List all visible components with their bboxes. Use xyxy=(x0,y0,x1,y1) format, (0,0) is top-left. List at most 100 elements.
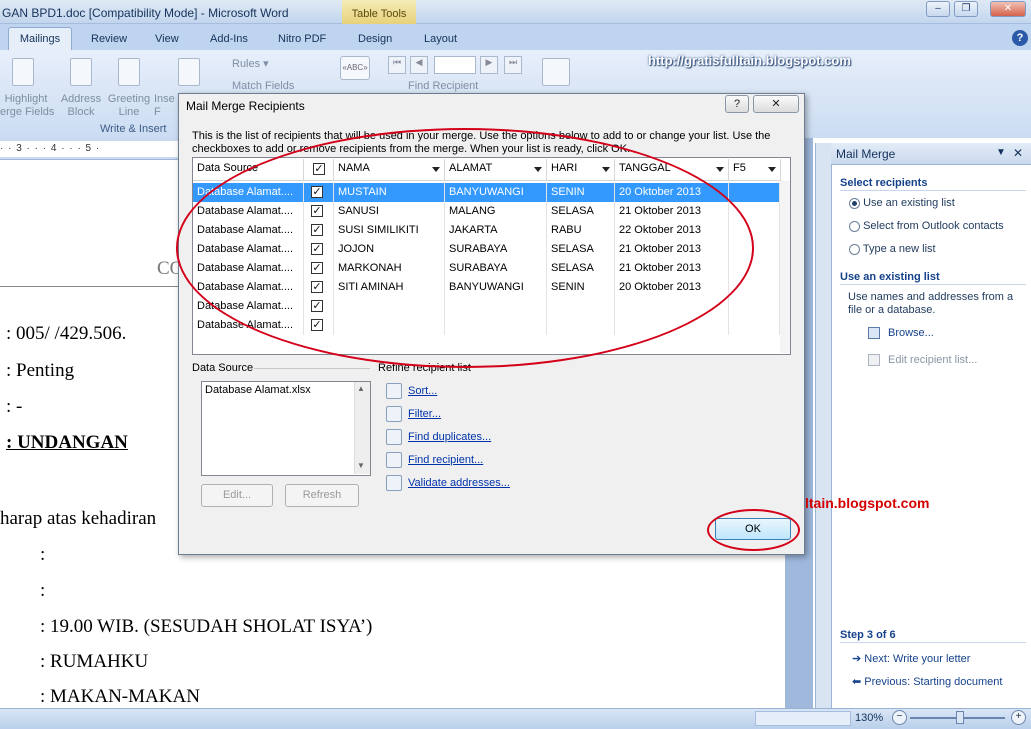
option-existing-list[interactable]: Use an existing list xyxy=(849,197,955,209)
dropdown-arrow-icon[interactable] xyxy=(716,167,724,172)
tab-design[interactable]: Design xyxy=(358,33,392,45)
data-source-label: Data Source xyxy=(192,362,254,374)
tab-nitro-pdf[interactable]: Nitro PDF xyxy=(278,33,326,45)
find-recipient-link[interactable]: Find recipient... xyxy=(408,454,483,466)
radio-outlook-contacts[interactable] xyxy=(849,220,860,232)
step-indicator: Step 3 of 6 xyxy=(840,629,896,641)
taskpane-title: Mail Merge xyxy=(836,147,896,161)
zoom-slider-thumb[interactable] xyxy=(956,711,964,724)
scroll-up-icon[interactable]: ▲ xyxy=(357,384,365,393)
taskpane-divider xyxy=(840,284,1026,285)
zoom-out-icon[interactable]: − xyxy=(892,710,907,725)
insert-field-icon xyxy=(178,58,200,86)
help-icon[interactable]: ? xyxy=(1012,30,1028,46)
previous-record-icon[interactable]: ◀ xyxy=(410,56,428,74)
taskpane-scrollbar[interactable] xyxy=(815,143,831,708)
finish-merge-icon[interactable] xyxy=(542,58,570,86)
table-tools-context-label: Table Tools xyxy=(342,0,416,24)
tab-review[interactable]: Review xyxy=(91,33,127,45)
doc-line-perihal: : UNDANGAN xyxy=(6,432,128,453)
option-new-list[interactable]: Type a new list xyxy=(849,243,936,255)
doc-line-tempat: : RUMAHKU xyxy=(40,651,149,672)
find-recipient-button[interactable]: Find Recipient xyxy=(408,80,478,93)
arrow-right-icon: ➔ xyxy=(852,653,862,665)
find-duplicates-icon xyxy=(386,429,402,445)
ribbon-group-label: Write & Insert xyxy=(100,123,167,135)
existing-desc-line2: file or a database. xyxy=(848,304,936,316)
greeting-line-icon xyxy=(118,58,140,86)
minimize-button[interactable]: – xyxy=(926,1,950,17)
first-record-icon[interactable]: ⏮ xyxy=(388,56,406,74)
close-window-button[interactable]: ✕ xyxy=(990,1,1026,17)
data-source-divider xyxy=(254,368,370,369)
cell-f5 xyxy=(729,297,780,316)
restore-button[interactable]: ❐ xyxy=(954,1,978,17)
doc-line-lampiran: : - xyxy=(6,396,23,417)
greeting-line-button[interactable]: Greeting Line xyxy=(104,93,154,119)
tab-add-ins[interactable]: Add-Ins xyxy=(210,33,248,45)
radio-existing-list[interactable] xyxy=(849,197,860,209)
last-record-icon[interactable]: ⏭ xyxy=(504,56,522,74)
validate-addresses-icon xyxy=(386,475,402,491)
next-record-icon[interactable]: ▶ xyxy=(480,56,498,74)
doc-line-waktu: : 19.00 WIB. (SESUDAH SHOLAT ISYA’) xyxy=(40,616,373,637)
blog-watermark: http://gratisfulltain.blogspot.com xyxy=(648,53,851,68)
filter-link[interactable]: Filter... xyxy=(408,408,441,420)
data-source-item[interactable]: Database Alamat.xlsx xyxy=(205,384,311,396)
cell-f5 xyxy=(729,316,780,335)
zoom-level[interactable]: 130% xyxy=(855,712,883,724)
doc-line-hari: : xyxy=(40,544,46,565)
dialog-close-button[interactable]: ✕ xyxy=(753,95,799,113)
validate-addresses-link[interactable]: Validate addresses... xyxy=(408,477,510,489)
sort-link[interactable]: Sort... xyxy=(408,385,437,397)
refresh-button[interactable]: Refresh xyxy=(285,484,359,507)
doc-line-acara: : MAKAN-MAKAN xyxy=(40,686,200,707)
scroll-down-icon[interactable]: ▼ xyxy=(357,461,365,470)
existing-desc-line1: Use names and addresses from a xyxy=(848,291,1014,303)
cell-f5 xyxy=(729,183,780,202)
record-number-input[interactable] xyxy=(434,56,476,74)
arrow-left-icon: ⬅ xyxy=(852,676,862,688)
use-existing-heading: Use an existing list xyxy=(840,271,940,283)
doc-line-harap: harap atas kehadiran xyxy=(0,508,157,529)
taskpane-divider xyxy=(840,642,1026,643)
preview-results-icon[interactable]: «ABC» xyxy=(340,56,370,80)
edit-recipient-list-link[interactable]: Edit recipient list... xyxy=(888,354,977,366)
tab-view[interactable]: View xyxy=(155,33,179,45)
doc-line-sifat: : Penting xyxy=(6,360,75,381)
taskpane-divider xyxy=(840,190,1026,191)
address-block-icon xyxy=(70,58,92,86)
sort-icon xyxy=(386,383,402,399)
highlight-fields-icon xyxy=(12,58,34,86)
find-duplicates-link[interactable]: Find duplicates... xyxy=(408,431,491,443)
tab-layout[interactable]: Layout xyxy=(424,33,457,45)
radio-new-list[interactable] xyxy=(849,243,860,255)
view-buttons[interactable] xyxy=(755,711,851,726)
find-recipient-icon xyxy=(386,452,402,468)
rules-button[interactable]: Rules ▾ xyxy=(232,58,269,71)
dropdown-arrow-icon[interactable] xyxy=(768,167,776,172)
annotation-ellipse-ok xyxy=(707,509,800,551)
taskpane-options-icon[interactable]: ▼ xyxy=(996,147,1006,158)
address-block-button[interactable]: Address Block xyxy=(58,93,104,119)
blog-watermark-bottom: ltain.blogspot.com xyxy=(805,495,930,511)
browse-link[interactable]: Browse... xyxy=(888,327,934,339)
dialog-title: Mail Merge Recipients xyxy=(186,99,305,113)
next-step-link[interactable]: ➔ Next: Write your letter xyxy=(852,652,970,665)
select-recipients-heading: Select recipients xyxy=(840,177,928,189)
match-fields-button[interactable]: Match Fields xyxy=(232,80,294,93)
grid-scrollbar[interactable] xyxy=(780,181,790,353)
filter-icon xyxy=(386,406,402,422)
zoom-in-icon[interactable]: + xyxy=(1011,710,1026,725)
previous-step-link[interactable]: ⬅ Previous: Starting document xyxy=(852,675,1002,688)
annotation-ellipse-grid xyxy=(176,128,754,368)
edit-button[interactable]: Edit... xyxy=(201,484,273,507)
dialog-help-button[interactable]: ? xyxy=(725,95,749,113)
taskpane-close-icon[interactable]: ✕ xyxy=(1013,146,1023,160)
option-outlook-contacts[interactable]: Select from Outlook contacts xyxy=(849,220,1004,232)
doc-line-tanggal: : xyxy=(40,580,46,601)
browse-icon xyxy=(868,327,880,339)
highlight-fields-button[interactable]: Highlight erge Fields xyxy=(0,93,54,119)
tab-mailings[interactable]: Mailings xyxy=(8,27,72,50)
column-header-f5[interactable]: F5 xyxy=(729,159,781,181)
